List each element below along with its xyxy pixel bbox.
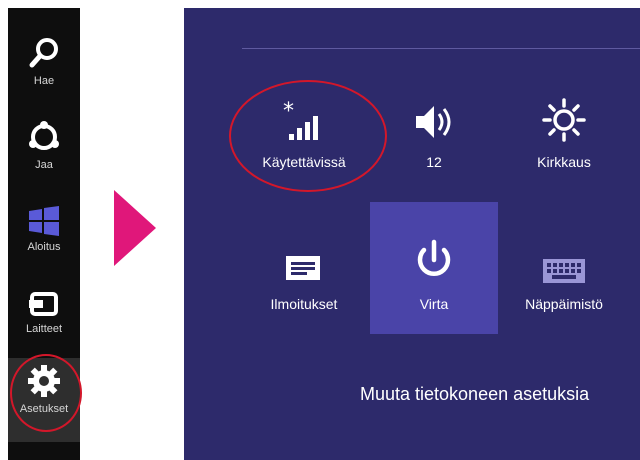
notifications-icon (240, 230, 368, 284)
tile-label: 12 (426, 154, 442, 170)
keyboard-icon (500, 230, 628, 284)
tile-label: Ilmoitukset (270, 296, 338, 312)
network-signal-icon: * (240, 88, 368, 142)
charm-start[interactable]: Aloitus (8, 200, 80, 276)
svg-text:*: * (283, 100, 294, 124)
tile-label: Käytettävissä (262, 154, 346, 170)
panel-divider (242, 48, 640, 49)
charm-label: Jaa (35, 159, 53, 171)
pointer-arrow (114, 190, 156, 266)
charms-bar: Hae Jaa Aloitus Laitteet Asetukset (8, 8, 80, 460)
tile-notifications[interactable]: Ilmoitukset (240, 202, 368, 334)
settings-panel: * Käytettävissä 12 Kirkkaus Ilmoitukset … (184, 8, 640, 460)
volume-icon (370, 88, 498, 142)
tile-label: Kirkkaus (537, 154, 591, 170)
share-icon (27, 118, 61, 154)
search-icon (27, 34, 61, 70)
charm-search[interactable]: Hae (8, 34, 80, 110)
tile-volume[interactable]: 12 (370, 60, 498, 192)
tile-network[interactable]: * Käytettävissä (240, 60, 368, 192)
charm-devices[interactable]: Laitteet (8, 282, 80, 358)
tile-brightness[interactable]: Kirkkaus (500, 60, 628, 192)
settings-gear-icon (27, 358, 61, 398)
charm-share[interactable]: Jaa (8, 118, 80, 194)
tile-keyboard[interactable]: Näppäimistö (500, 202, 628, 334)
charm-settings[interactable]: Asetukset (8, 358, 80, 442)
charm-label: Aloitus (27, 241, 61, 253)
charm-label: Asetukset (19, 403, 69, 415)
brightness-icon (500, 88, 628, 142)
charm-label: Laitteet (25, 323, 63, 335)
windows-start-icon (27, 200, 61, 236)
charm-label: Hae (33, 75, 55, 87)
power-icon (370, 230, 498, 284)
devices-icon (29, 282, 59, 318)
change-pc-settings-link[interactable]: Muuta tietokoneen asetuksia (360, 384, 589, 405)
tile-label: Näppäimistö (525, 296, 603, 312)
tile-label: Virta (419, 296, 449, 312)
tile-power[interactable]: Virta (370, 202, 498, 334)
